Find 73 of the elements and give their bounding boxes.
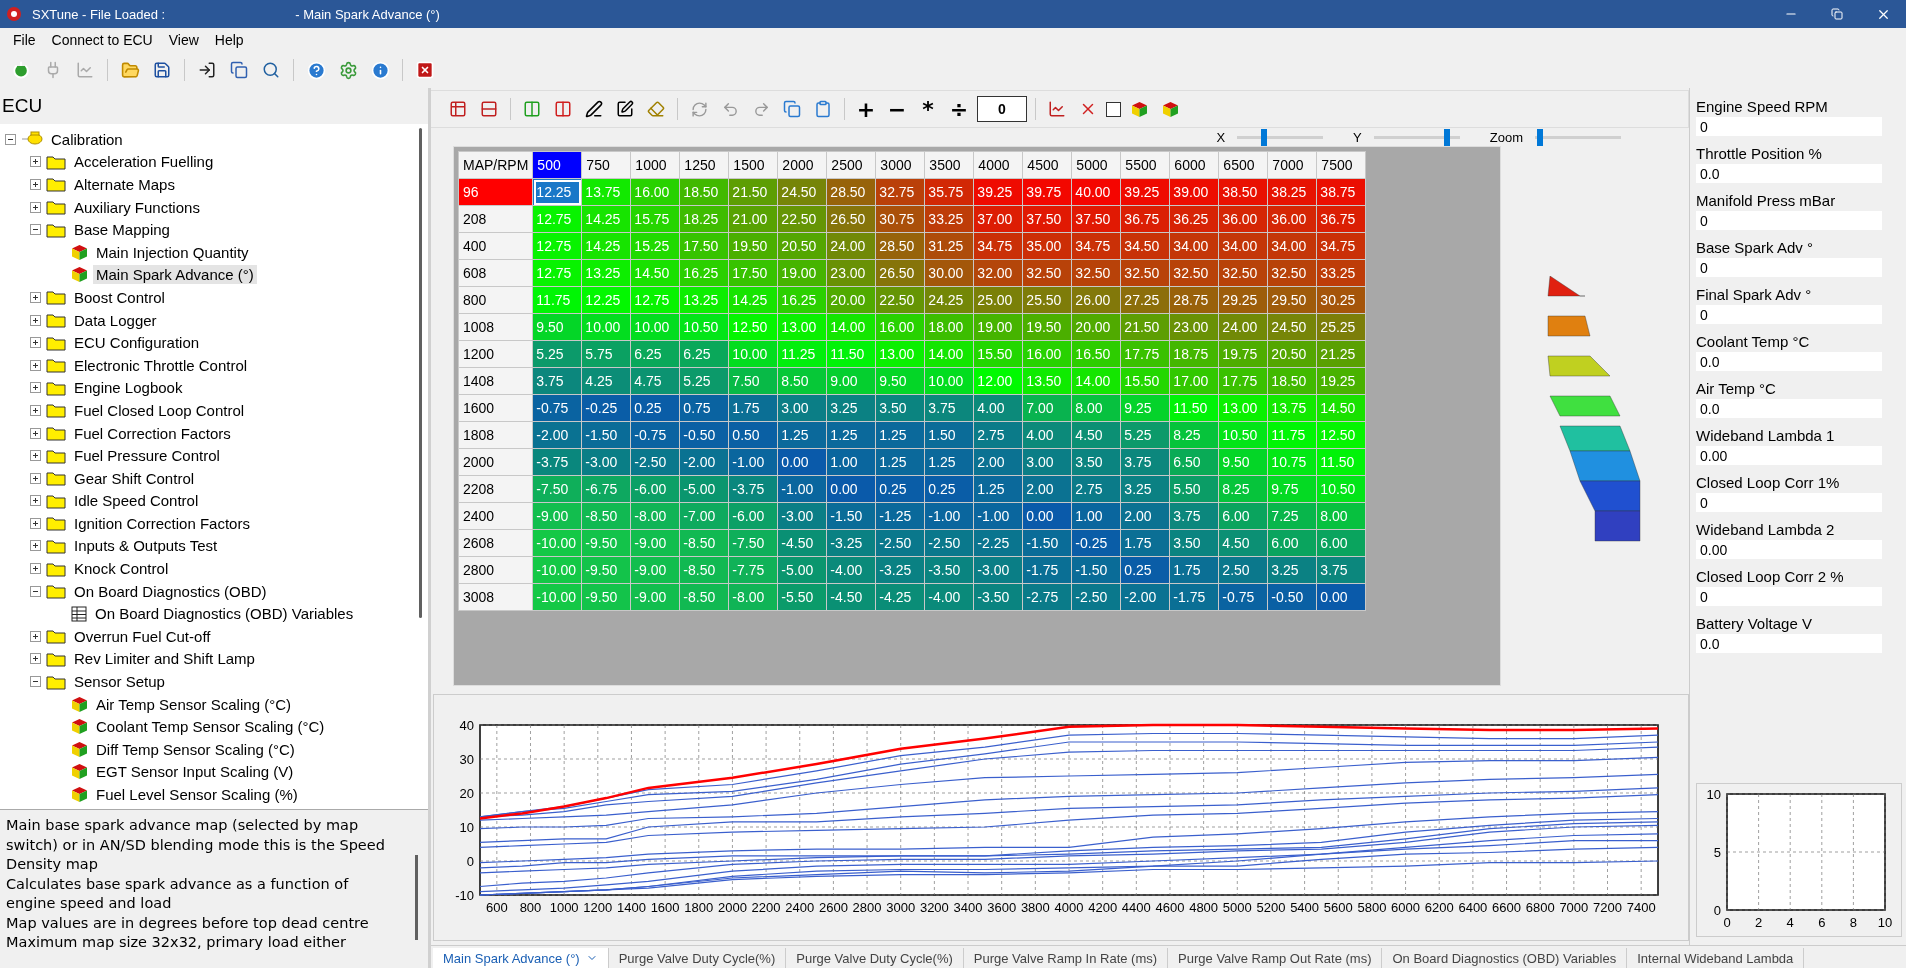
tick-label: 4 [1786,915,1794,930]
gauge-label: Engine Speed RPM [1696,97,1829,117]
gauge-label: Wideband Lambda 1 [1696,426,1836,446]
tick-label: 5000 [1222,900,1252,915]
slider-label: Y [1353,129,1362,145]
tick-label: 6 [1818,915,1826,930]
tick-label: -10 [455,888,474,903]
tick-label: 2000 [717,900,747,915]
tick-label: 1800 [684,900,714,915]
tick-label: 5600 [1323,900,1353,915]
gauge-label: Wideband Lambda 2 [1696,520,1836,540]
description-text: Map values are in degrees before top dead centre [6,913,370,933]
tick-label: 2600 [818,900,848,915]
tick-label: 10 [1706,787,1721,802]
tick-label: 800 [519,900,542,915]
tick-label: 0 [1723,915,1731,930]
document-title: - Main Spark Advance (°) [295,6,440,22]
tick-label: 1400 [617,900,646,915]
gauge-label: Base Spark Adv ° [1696,238,1814,258]
tick-label: 4000 [1054,900,1084,915]
tick-label: 5200 [1256,900,1286,915]
tick-label: 20 [459,786,474,801]
tick-label: 7200 [1593,900,1622,915]
tick-label: 10 [1877,915,1893,930]
tick-label: 6000 [1391,900,1421,915]
tick-label: 30 [459,752,474,767]
gauge-label: Battery Voltage V [1696,614,1813,634]
tick-label: 4600 [1155,900,1185,915]
tick-label: 6800 [1525,900,1555,915]
tick-label: 1000 [549,900,579,915]
gauge-label: Manifold Press mBar [1696,191,1837,211]
gauge-label: Closed Loop Corr 1% [1696,473,1841,493]
gauge-label: Final Spark Adv ° [1696,285,1813,305]
gauge-label: Coolant Temp °C [1696,332,1811,352]
tick-label: 3800 [1020,900,1050,915]
tick-label: 6200 [1424,900,1454,915]
tick-label: 5800 [1357,900,1387,915]
tick-label: 4200 [1088,900,1118,915]
tick-label: 3000 [886,900,916,915]
tick-label: 7000 [1559,900,1589,915]
tick-label: 2800 [852,900,882,915]
tick-label: 6600 [1492,900,1521,915]
tick-label: 3400 [953,900,983,915]
tick-label: 7400 [1626,900,1656,915]
window-title: SXTune - File Loaded : [32,6,166,22]
tick-label: 40 [459,718,474,733]
gauge-label: Closed Loop Corr 2 % [1696,567,1845,587]
description-text: Maximum map size 32x32, primary load either [6,933,347,952]
tick-label: 5 [1713,845,1721,860]
tick-label: 2200 [751,900,781,915]
tick-label: 600 [486,900,508,915]
description-text: Main base spark advance map (selected by map switch) or in AN/SD blending mode this is the Speed Density map [6,816,386,874]
tick-label: 4400 [1121,900,1151,915]
tick-label: 2400 [785,900,815,915]
panel-title: ECU [1,94,44,118]
gauge-label: Throttle Position % [1696,144,1823,164]
tick-label: 0 [1713,903,1721,918]
gauge-label: Air Temp °C [1696,379,1777,399]
tick-label: 3200 [919,900,949,915]
tick-label: 3600 [987,900,1017,915]
tick-label: 10 [459,820,474,835]
table-header: MAP/RPM [458,151,533,179]
slider-label: Zoom [1489,129,1523,145]
tick-label: 0 [466,854,474,869]
tick-label: 2 [1755,915,1763,930]
description-text: Calculates base spark advance as a function of engine speed and load [6,874,350,913]
tick-label: 5400 [1290,900,1320,915]
tick-label: 4800 [1189,900,1219,915]
tick-label: 1600 [650,900,680,915]
tick-label: 1200 [583,900,613,915]
tick-label: 6400 [1458,900,1488,915]
tick-label: 8 [1849,915,1857,930]
slider-label: X [1216,129,1226,145]
